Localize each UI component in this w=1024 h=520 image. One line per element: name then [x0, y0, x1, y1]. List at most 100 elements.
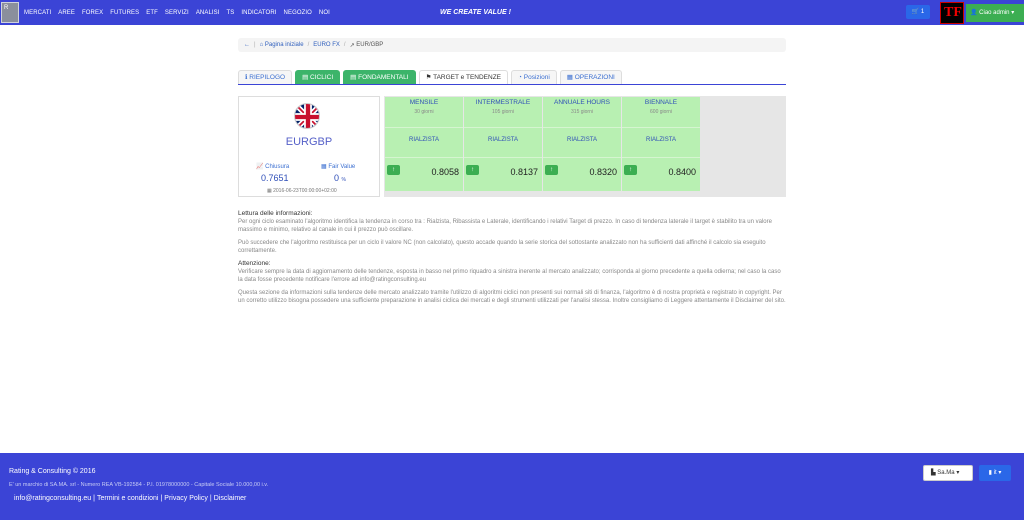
close-label: 📈 Chiusura [256, 163, 289, 170]
cycle-trend: RIALZISTA [646, 137, 676, 143]
language-dropdown-button[interactable]: ▮ it ▾ [979, 465, 1011, 481]
footer-link-disclaimer[interactable]: Disclaimer [214, 495, 247, 502]
close-value: 0.7651 [261, 173, 289, 183]
breadcrumb-section[interactable]: EURO FX [313, 42, 340, 48]
cycle-name: INTERMESTRALE [475, 99, 531, 106]
top-navbar: R MERCATI AREE FOREX FUTURES ETF SERVIZI… [0, 0, 1024, 25]
table-icon: ▦ [321, 164, 327, 170]
divider [543, 157, 621, 158]
nav-ts[interactable]: TS [227, 10, 235, 16]
nav-analisi[interactable]: ANALISI [196, 10, 220, 16]
footer-link-privacy[interactable]: Privacy Policy [164, 495, 208, 502]
update-date-text: 2016-06-23T00:00:00+02:00 [273, 188, 337, 194]
cycle-card-mensile: MENSILE 30 giorni RIALZISTA ↑ 0.8058 [385, 97, 463, 191]
nav-indicatori[interactable]: INDICATORI [241, 10, 276, 16]
tab-underline [238, 84, 786, 85]
divider [622, 157, 700, 158]
instrument-card: EURGBP 📈 Chiusura ▦ Fair Value 0.7651 0 … [238, 96, 380, 197]
nav-futures[interactable]: FUTURES [110, 10, 139, 16]
nav-etf[interactable]: ETF [146, 10, 158, 16]
nav-noi[interactable]: NOI [319, 10, 330, 16]
info-section: Lettura delle informazioni: Per ogni cic… [238, 210, 786, 310]
cycle-name: ANNUALE HOURS [554, 99, 610, 106]
cycle-target: 0.8400 [668, 167, 696, 177]
divider [622, 127, 700, 128]
fair-label-text: Fair Value [328, 164, 356, 170]
brand-badge[interactable]: TF [940, 2, 964, 24]
language-label: it [993, 470, 997, 476]
cart-count: 1 [920, 9, 925, 15]
tab-posizioni[interactable]: ◔ Posizioni [511, 70, 557, 84]
tab-label: Posizioni [523, 74, 550, 81]
cycle-name: MENSILE [409, 99, 439, 106]
tab-operazioni[interactable]: ▦ OPERAZIONI [559, 70, 622, 84]
warning-paragraph: Verificare sempre la data di aggiornamen… [238, 269, 781, 283]
cycle-card-intermestrale: INTERMESTRALE 105 giorni RIALZISTA ↑ 0.8… [464, 97, 542, 191]
arrow-up-icon: ↑ [466, 165, 479, 175]
info-title: Lettura delle informazioni: [238, 210, 313, 217]
line-chart-icon: 📈 [256, 164, 264, 170]
footer-link-terms[interactable]: Termini e condizioni [97, 495, 158, 502]
nav-mercati[interactable]: MERCATI [24, 10, 51, 16]
info-paragraph: Può succedere che l'algoritmo restituisc… [238, 240, 766, 254]
breadcrumb-current: EUR/GBP [356, 42, 384, 48]
sama-label: Sa.Ma [937, 470, 955, 476]
sama-dropdown-button[interactable]: ▙ Sa.Ma ▾ [923, 465, 973, 481]
nav-servizi[interactable]: SERVIZI [165, 10, 189, 16]
fair-value-label: ▦ Fair Value [321, 163, 355, 170]
cart-button[interactable]: 🛒 1 [906, 5, 930, 19]
close-label-text: Chiusura [265, 164, 290, 170]
divider [464, 127, 542, 128]
chart-icon: ↗ [349, 42, 355, 49]
divider [543, 127, 621, 128]
pie-icon: ◔ [518, 74, 522, 81]
separator: / [343, 42, 346, 48]
divider [385, 127, 463, 128]
cart-icon: 🛒 [911, 9, 920, 15]
separator: | [254, 42, 256, 48]
footer-copyright: Rating & Consulting © 2016 [9, 468, 96, 475]
tab-label: TARGET e TENDENZE [433, 74, 502, 81]
update-date: ▦ 2016-06-23T00:00:00+02:00 [267, 188, 337, 194]
footer-link-email[interactable]: info@ratingconsulting.eu [14, 495, 91, 502]
cycle-period: 30 giorni [414, 109, 434, 115]
warning-title: Attenzione: [238, 260, 271, 267]
nav-forex[interactable]: FOREX [82, 10, 103, 16]
tab-ciclici[interactable]: ▤ CICLICI [295, 70, 341, 84]
uk-flag-icon [294, 103, 320, 129]
arrow-up-icon: ↑ [545, 165, 558, 175]
tab-target-tendenze[interactable]: ⚑ TARGET e TENDENZE [418, 70, 509, 84]
cycle-period: 315 giorni [571, 109, 593, 115]
cycle-target: 0.8058 [431, 167, 459, 177]
breadcrumb-home[interactable]: Pagina iniziale [265, 42, 304, 48]
fair-value: 0 % [334, 173, 346, 183]
tab-label: OPERAZIONI [574, 74, 615, 81]
fair-value-unit: % [341, 177, 346, 183]
cycle-trend: RIALZISTA [409, 137, 439, 143]
breadcrumb: ← | ⌂ Pagina iniziale / EURO FX / ↗ EUR/… [238, 38, 786, 52]
nav-negozio[interactable]: NEGOZIO [284, 10, 312, 16]
tab-bar: ℹ RIEPILOGO ▤ CICLICI ▤ FONDAMENTALI ⚑ T… [238, 70, 622, 84]
back-arrow-icon[interactable]: ← [244, 42, 250, 48]
building-icon: ▙ [931, 470, 936, 476]
main-nav: MERCATI AREE FOREX FUTURES ETF SERVIZI A… [24, 0, 337, 25]
chart-icon: ▤ [350, 74, 357, 81]
instrument-name: EURGBP [285, 136, 333, 148]
cycle-target: 0.8320 [589, 167, 617, 177]
footer: Rating & Consulting © 2016 E' un marchio… [0, 453, 1024, 520]
cycle-period: 600 giorni [650, 109, 672, 115]
user-menu-button[interactable]: 👤 Ciao admin ▾ [966, 4, 1024, 22]
tab-fondamentali[interactable]: ▤ FONDAMENTALI [343, 70, 416, 84]
site-logo[interactable]: R [1, 2, 19, 23]
footer-legal: E' un marchio di SA.MA. srl - Numero REA… [9, 482, 269, 488]
tagline: WE CREATE VALUE ! [440, 9, 511, 16]
separator: / [307, 42, 310, 48]
tab-riepilogo[interactable]: ℹ RIEPILOGO [238, 70, 293, 84]
tab-label: RIEPILOGO [249, 74, 286, 81]
divider [385, 157, 463, 158]
brand-tf-icon: TF [944, 5, 962, 20]
home-icon: ⌂ [259, 42, 264, 48]
disclaimer-paragraph: Questa sezione da informazioni sulla ten… [238, 290, 786, 304]
user-label: Ciao admin [979, 10, 1010, 16]
nav-aree[interactable]: AREE [58, 10, 75, 16]
